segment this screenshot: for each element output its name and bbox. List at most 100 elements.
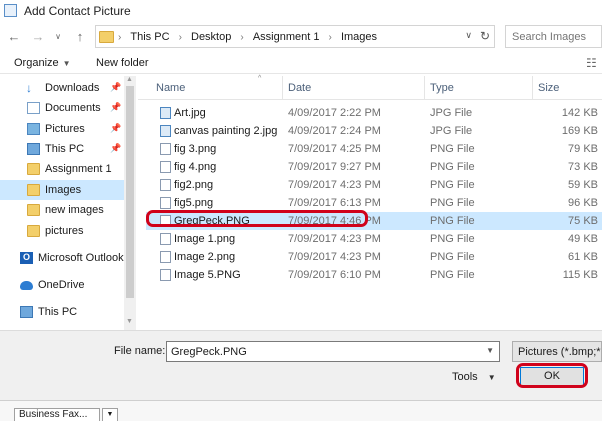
column-divider[interactable] [532, 76, 533, 100]
column-divider[interactable] [282, 76, 283, 100]
breadcrumb-desktop[interactable]: Desktop [191, 31, 231, 43]
file-row[interactable]: Image 1.png 7/09/2017 4:23 PM PNG File 4… [146, 230, 602, 248]
pin-icon[interactable]: 📌 [110, 143, 121, 154]
pin-icon[interactable]: 📌 [110, 82, 121, 93]
file-type: PNG File [430, 179, 475, 191]
column-header-size[interactable]: Size [538, 82, 559, 94]
business-fax-field[interactable]: Business Fax... [14, 408, 100, 421]
nav-item-new-images[interactable]: new images [0, 200, 124, 220]
file-row[interactable]: fig2.png 7/09/2017 4:23 PM PNG File 59 K… [146, 176, 602, 194]
file-name: Image 2.png [174, 251, 236, 263]
file-name: fig 3.png [174, 143, 217, 155]
folder-icon [99, 31, 114, 43]
address-dropdown-icon[interactable]: ∨ [465, 30, 472, 41]
file-row[interactable]: Art.jpg 4/09/2017 2:22 PM JPG File 142 K… [146, 104, 602, 122]
column-header-type[interactable]: Type [430, 82, 454, 94]
breadcrumb-this-pc[interactable]: This PC [130, 31, 169, 43]
onedrive-icon [20, 281, 33, 290]
file-date: 4/09/2017 2:22 PM [288, 107, 381, 119]
file-name: fig2.png [174, 179, 214, 191]
file-name-dropdown-icon[interactable]: ▼ [486, 346, 494, 355]
png-file-icon [160, 233, 171, 245]
file-type: PNG File [430, 197, 475, 209]
nav-item-images[interactable]: Images [0, 180, 124, 200]
phone-type-dropdown-icon[interactable]: ▼ [102, 408, 118, 421]
scroll-down-icon[interactable]: ▼ [126, 318, 133, 325]
file-row-selected[interactable]: GregPeck.PNG 7/09/2017 4:46 PM PNG File … [146, 212, 602, 230]
breadcrumb: › This PC › Desktop › Assignment 1 › Ima… [118, 31, 377, 43]
scrollbar-thumb[interactable] [126, 86, 134, 298]
nav-item-pictures[interactable]: Pictures 📌 [0, 119, 124, 139]
png-file-icon [160, 251, 171, 263]
view-options-icon[interactable]: ☷ [586, 56, 597, 70]
png-file-icon [160, 143, 171, 155]
file-row[interactable]: Image 2.png 7/09/2017 4:23 PM PNG File 6… [146, 248, 602, 266]
column-header-row: ^ Name Date Type Size [138, 75, 602, 100]
column-header-date[interactable]: Date [288, 82, 311, 94]
file-type-filter[interactable]: Pictures (*.bmp;*.e [512, 341, 602, 362]
nav-item-downloads[interactable]: ↓ Downloads 📌 [0, 78, 124, 98]
file-row[interactable]: canvas painting 2.jpg 4/09/2017 2:24 PM … [146, 122, 602, 140]
breadcrumb-images[interactable]: Images [341, 31, 377, 43]
forward-arrow-icon[interactable]: → [30, 29, 46, 45]
nav-item-onedrive[interactable]: OneDrive [0, 275, 124, 295]
tools-button[interactable]: Tools ▼ [452, 371, 496, 383]
nav-item-pictures-folder[interactable]: pictures [0, 221, 124, 241]
nav-item-label: new images [45, 204, 104, 216]
app-icon [4, 4, 17, 17]
nav-item-this-pc-quick[interactable]: This PC 📌 [0, 139, 124, 159]
file-size: 73 KB [568, 161, 598, 173]
nav-item-microsoft-outlook[interactable]: O Microsoft Outlook [0, 248, 124, 268]
nav-item-assignment-1[interactable]: Assignment 1 [0, 159, 124, 179]
file-type: JPG File [430, 107, 473, 119]
nav-item-label: Pictures [45, 123, 85, 135]
column-header-name[interactable]: Name [156, 82, 185, 94]
nav-item-documents[interactable]: Documents 📌 [0, 98, 124, 118]
png-file-icon [160, 197, 171, 209]
pin-icon[interactable]: 📌 [110, 123, 121, 134]
file-size: 96 KB [568, 197, 598, 209]
breadcrumb-separator-icon[interactable]: › [179, 32, 182, 43]
window-title: Add Contact Picture [24, 4, 131, 18]
scroll-up-icon[interactable]: ▲ [126, 76, 133, 83]
breadcrumb-separator-icon[interactable]: › [240, 32, 243, 43]
refresh-icon[interactable]: ↻ [480, 29, 490, 43]
breadcrumb-assignment-1[interactable]: Assignment 1 [253, 31, 320, 43]
file-type: PNG File [430, 215, 475, 227]
organize-label: Organize [14, 57, 59, 69]
file-row[interactable]: fig5.png 7/09/2017 6:13 PM PNG File 96 K… [146, 194, 602, 212]
file-size: 79 KB [568, 143, 598, 155]
pin-icon[interactable]: 📌 [110, 102, 121, 113]
back-arrow-icon[interactable]: ← [6, 29, 22, 45]
breadcrumb-separator-icon[interactable]: › [118, 32, 121, 43]
recent-locations-chevron-icon[interactable]: ∨ [50, 29, 66, 45]
jpg-file-icon [160, 107, 171, 119]
nav-item-label: Documents [45, 102, 101, 114]
breadcrumb-separator-icon[interactable]: › [329, 32, 332, 43]
file-row[interactable]: fig 4.png 7/09/2017 9:27 PM PNG File 73 … [146, 158, 602, 176]
file-date: 7/09/2017 4:25 PM [288, 143, 381, 155]
navigation-scrollbar[interactable]: ▲ ▼ [124, 76, 136, 330]
file-name-combobox[interactable]: ▼ [166, 341, 500, 362]
column-divider[interactable] [424, 76, 425, 100]
organize-button[interactable]: Organize ▼ [14, 57, 71, 69]
nav-item-label: Assignment 1 [45, 163, 112, 175]
new-folder-button[interactable]: New folder [96, 57, 149, 69]
nav-item-label: Downloads [45, 82, 100, 94]
file-row[interactable]: fig 3.png 7/09/2017 4:25 PM PNG File 79 … [146, 140, 602, 158]
file-name: fig5.png [174, 197, 214, 209]
ok-button[interactable]: OK [520, 367, 584, 386]
nav-item-this-pc[interactable]: This PC [0, 302, 124, 322]
up-arrow-icon[interactable]: ↑ [72, 29, 88, 45]
file-row[interactable]: Image 5.PNG 7/09/2017 6:10 PM PNG File 1… [146, 266, 602, 284]
file-type: PNG File [430, 269, 475, 281]
file-name-field[interactable] [167, 342, 477, 361]
address-bar[interactable]: › This PC › Desktop › Assignment 1 › Ima… [95, 25, 495, 48]
title-bar: Add Contact Picture [0, 0, 602, 22]
nav-item-label: This PC [45, 143, 85, 155]
search-input[interactable] [506, 26, 601, 47]
file-name: GregPeck.PNG [174, 215, 250, 227]
png-file-icon [160, 161, 171, 173]
sort-ascending-icon: ^ [258, 75, 262, 82]
search-box[interactable] [505, 25, 602, 48]
